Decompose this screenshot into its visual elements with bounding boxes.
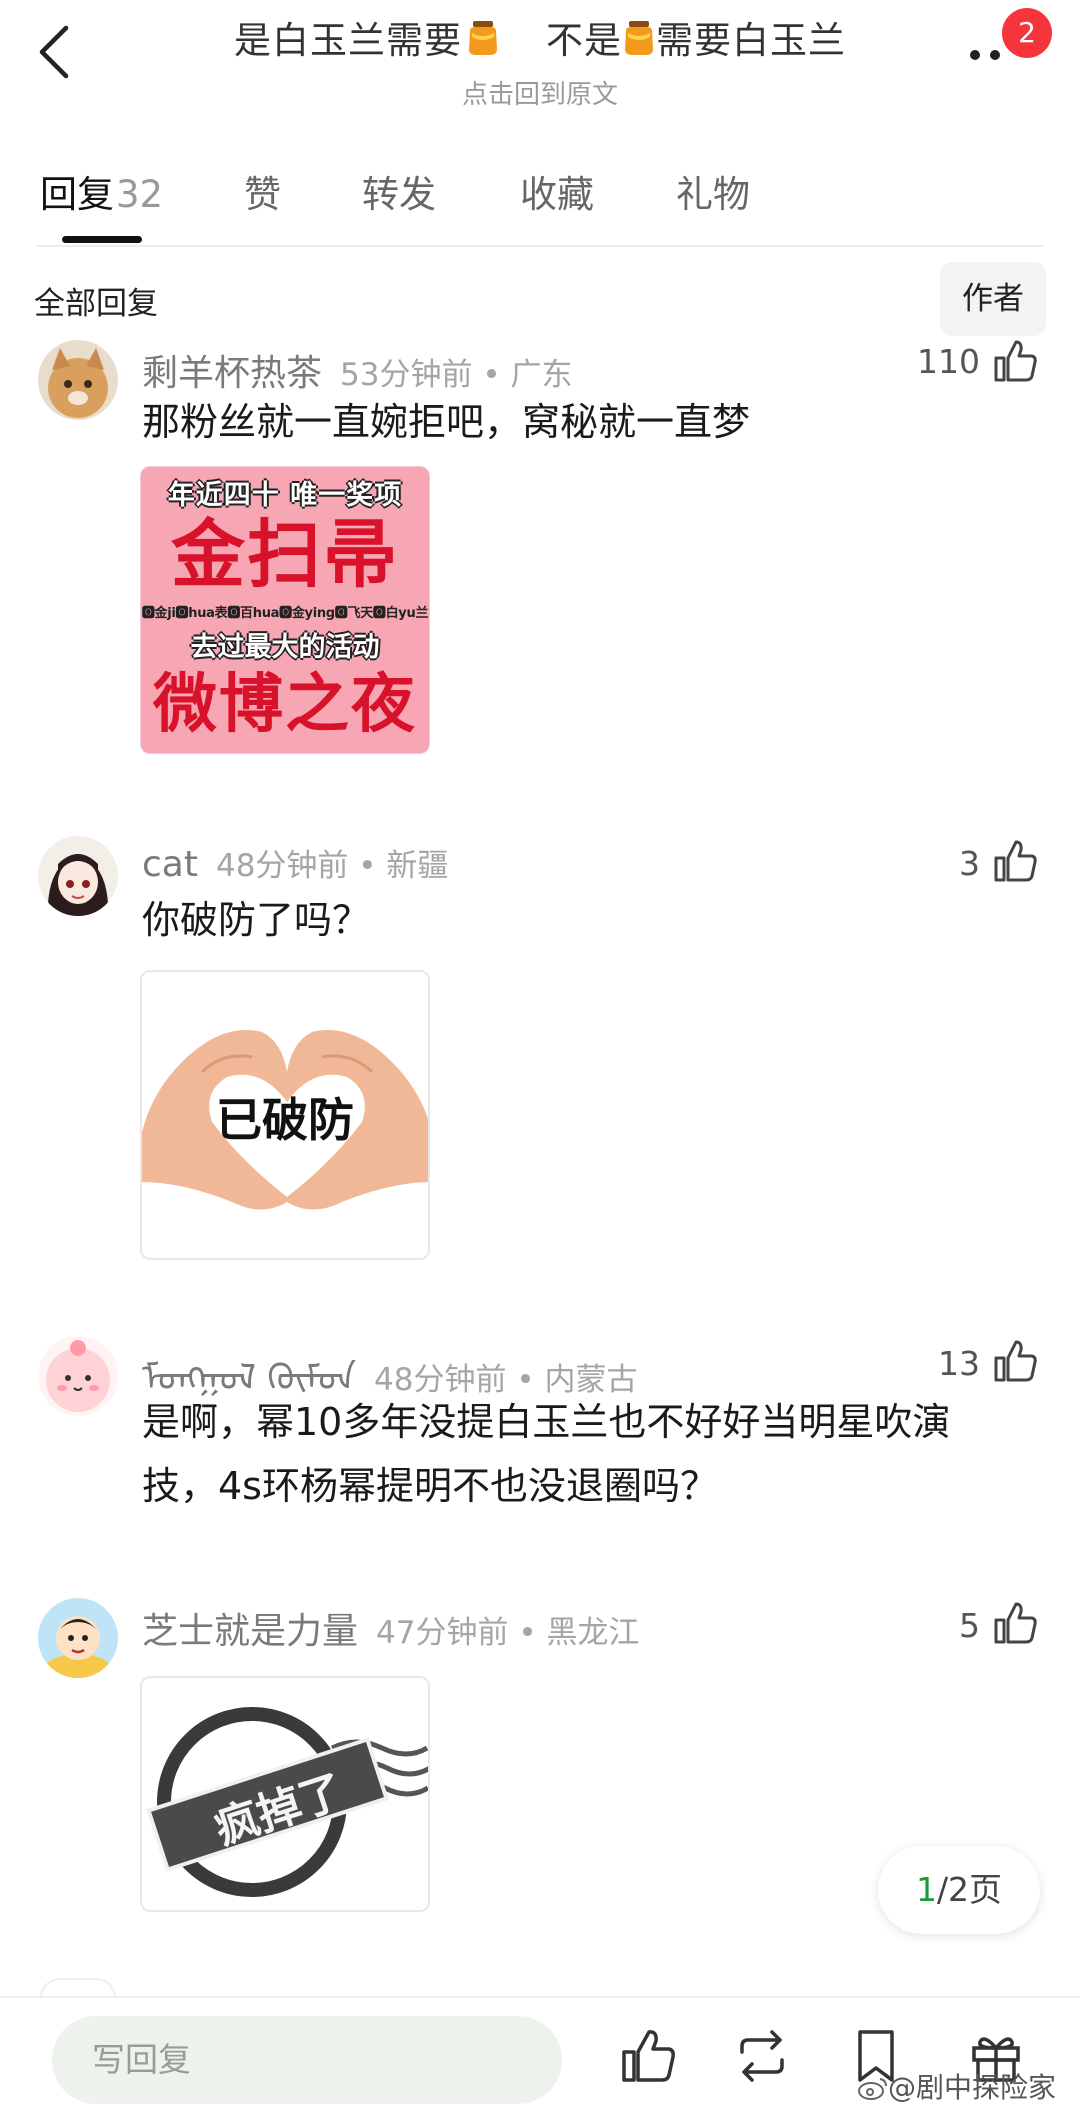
reply-input[interactable]: 写回复 <box>52 2016 562 2104</box>
tab-replies[interactable]: 回复32 <box>40 164 163 218</box>
comment-text: 那粉丝就一直婉拒吧，窝秘就一直梦 <box>142 400 751 444</box>
page-indicator[interactable]: 1/2页 <box>878 1846 1040 1934</box>
post-title: 是白玉兰需要 不是 需要白玉兰 <box>160 10 920 66</box>
comment-meta: cat 48分钟前 • 新疆 <box>142 840 448 885</box>
username[interactable]: 芝士就是力量 <box>142 1611 358 1652</box>
tab-favorites[interactable]: 收藏 <box>520 164 594 218</box>
like-count: 5 <box>959 1606 980 1645</box>
avatar[interactable] <box>38 836 118 916</box>
time-location: 48分钟前 • 新疆 <box>215 848 449 884</box>
comment-text: 你破防了吗？ <box>142 898 371 942</box>
repost-icon[interactable] <box>732 2026 792 2086</box>
like-count: 13 <box>938 1344 980 1383</box>
like-icon[interactable] <box>618 2026 678 2086</box>
time-location: 53分钟前 • 广东 <box>340 357 573 393</box>
honey-jar-icon <box>622 19 656 66</box>
notification-badge[interactable]: 2 <box>1002 8 1052 58</box>
watermark-text: @剧中探险家 <box>858 2066 1056 2108</box>
title-text-3: 需要白玉兰 <box>656 19 846 62</box>
meme-text: 微博之夜 <box>153 668 417 742</box>
all-replies-filter[interactable]: 全部回复 <box>34 278 158 323</box>
divider <box>36 245 1044 247</box>
comment-meta: 剩羊杯热茶 53分钟前 • 广东 <box>142 344 572 396</box>
thumbs-up-icon[interactable] <box>992 338 1038 384</box>
like-count: 3 <box>959 844 980 883</box>
weibo-logo-icon <box>858 2075 888 2108</box>
comment-text-line: 技，4s环杨幂提明不也没退圈吗？ <box>142 1464 718 1508</box>
top-bar: 是白玉兰需要 不是 需要白玉兰 点击回到原文 2 <box>0 0 1080 120</box>
tab-replies-label: 回复 <box>40 173 114 216</box>
comment-text: 是啊，幂10多年没提白玉兰也不好好当明星吹演 技，4s环杨幂提明不也没退圈吗？ <box>142 1390 1042 1518</box>
comment-item: 芝士就是力量 47分钟前 • 黑龙江 5 疯掉了 <box>0 1592 1080 1912</box>
title-text-1: 是白玉兰需要 <box>234 19 462 62</box>
meme-text: 年近四十 唯一奖项 <box>167 480 403 511</box>
tab-reposts[interactable]: 转发 <box>362 164 436 218</box>
username[interactable]: cat <box>142 844 198 885</box>
total-pages: /2页 <box>936 1870 1003 1909</box>
time-location: 47分钟前 • 黑龙江 <box>376 1615 640 1651</box>
back-to-original-text[interactable]: 点击回到原文 <box>160 74 920 111</box>
comment-meme-image[interactable]: 已破防 <box>140 970 430 1260</box>
avatar[interactable] <box>40 1978 116 1998</box>
current-page: 1 <box>915 1870 937 1909</box>
comment-meme-image[interactable]: 年近四十 唯一奖项 金扫帚 🅾金ji🅾hua表🅾百hua🅾金ying🅾飞天🅾白y… <box>140 466 430 754</box>
active-tab-indicator <box>62 236 142 243</box>
title-text-2: 不是 <box>546 19 622 62</box>
comment-meta: 芝士就是力量 47分钟前 • 黑龙江 <box>142 1602 639 1654</box>
avatar[interactable] <box>38 1336 118 1416</box>
tab-bar: 回复32 赞 转发 收藏 礼物 <box>0 150 1080 246</box>
meme-text: 去过最大的活动 <box>190 632 380 663</box>
post-title-link[interactable]: 是白玉兰需要 不是 需要白玉兰 点击回到原文 <box>160 10 920 111</box>
watermark-label: @剧中探险家 <box>888 2071 1057 2104</box>
meme-text: 🅾金ji🅾hua表🅾百hua🅾金ying🅾飞天🅾白yu兰 <box>141 606 429 621</box>
back-arrow-icon[interactable] <box>28 22 88 82</box>
thumbs-up-icon[interactable] <box>992 838 1038 884</box>
tab-likes[interactable]: 赞 <box>244 164 281 218</box>
avatar[interactable] <box>38 1598 118 1678</box>
meme-text: 金扫帚 <box>171 512 399 598</box>
tab-gifts[interactable]: 礼物 <box>676 164 750 218</box>
honey-jar-icon <box>466 19 500 66</box>
comment-text-line: 是啊，幂10多年没提白玉兰也不好好当明星吹演 <box>142 1400 951 1444</box>
username[interactable]: 剩羊杯热茶 <box>142 353 322 394</box>
avatar[interactable] <box>38 340 118 420</box>
comment-meme-image[interactable]: 疯掉了 <box>140 1676 430 1912</box>
tab-replies-count: 32 <box>116 173 164 216</box>
author-filter-button[interactable]: 作者 <box>940 262 1046 336</box>
thumbs-up-icon[interactable] <box>992 1600 1038 1646</box>
like-count: 110 <box>917 342 980 381</box>
meme-text: 已破防 <box>216 1093 354 1147</box>
comment-item: cat 48分钟前 • 新疆 3 你破防了吗？ 已破防 <box>0 836 1080 1260</box>
thumbs-up-icon[interactable] <box>992 1338 1038 1384</box>
